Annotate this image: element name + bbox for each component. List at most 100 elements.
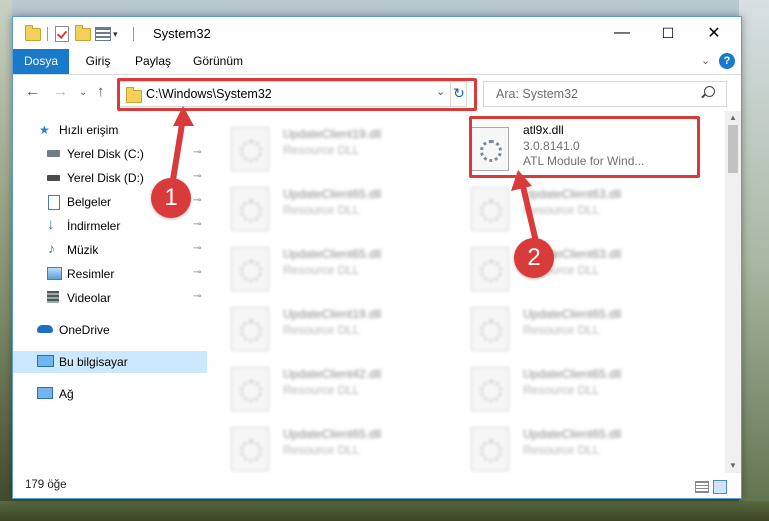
scroll-down-icon[interactable]: ▼ (729, 461, 737, 470)
desktop-background-bottom (0, 501, 769, 521)
sidebar-item-label: Ağ (59, 387, 74, 401)
close-button[interactable]: ✕ (691, 17, 737, 49)
search-placeholder: Ara: System32 (496, 87, 578, 101)
file-item[interactable]: UpdateClient65.dll Resource DLL (449, 361, 679, 413)
scroll-thumb[interactable] (728, 125, 738, 173)
sidebar-item-label: Yerel Disk (C:) (67, 147, 144, 161)
sidebar-item-videos[interactable]: Videolar ⊸ (13, 287, 207, 309)
pin-icon[interactable]: ⊸ (193, 219, 201, 230)
search-input[interactable]: Ara: System32 (483, 81, 727, 107)
sidebar-item-downloads[interactable]: ↓ İndirmeler ⊸ (13, 215, 207, 237)
file-name: UpdateClient65.dll (283, 247, 382, 261)
sidebar-item-onedrive[interactable]: OneDrive (13, 319, 207, 341)
properties-check-icon[interactable] (55, 25, 69, 43)
expand-ribbon-icon[interactable]: ⌄ (701, 54, 710, 67)
callout-1: 1 (151, 178, 191, 218)
sidebar-item-this-pc[interactable]: Bu bilgisayar (13, 351, 207, 373)
new-folder-icon[interactable] (75, 24, 91, 43)
sidebar-item-label: Resimler (67, 267, 115, 281)
file-type: Resource DLL (523, 203, 600, 217)
scroll-up-icon[interactable]: ▲ (729, 113, 737, 122)
pin-icon[interactable]: ⊸ (193, 147, 201, 158)
details-view-icon[interactable] (695, 481, 709, 493)
tab-home[interactable]: Giriş (73, 49, 123, 74)
file-name: UpdateClient63.dll (523, 187, 622, 201)
file-type: Resource DLL (283, 323, 360, 337)
dll-file-icon (231, 427, 269, 471)
sidebar-item-pictures[interactable]: Resimler ⊸ (13, 263, 207, 285)
documents-icon (48, 195, 60, 210)
pin-icon[interactable]: ⊸ (193, 195, 201, 206)
pin-icon[interactable]: ⊸ (193, 291, 201, 302)
sidebar-item-label: Müzik (67, 243, 99, 257)
sidebar-item-music[interactable]: ♪ Müzik ⊸ (13, 239, 207, 261)
pin-icon[interactable]: ⊸ (193, 243, 201, 254)
file-item[interactable]: UpdateClient63.dll Resource DLL (449, 181, 679, 233)
file-type: Resource DLL (283, 443, 360, 457)
cloud-icon (37, 325, 53, 333)
search-icon[interactable] (704, 86, 715, 97)
tab-view[interactable]: Görünüm (185, 49, 251, 74)
sidebar-item-label: Belgeler (67, 195, 112, 209)
pin-icon[interactable]: ⊸ (193, 267, 201, 278)
file-name: UpdateClient19.dll (283, 127, 382, 141)
file-type: Resource DLL (523, 383, 600, 397)
properties-icon[interactable] (95, 25, 111, 43)
up-arrow-icon[interactable]: ↑ (97, 83, 105, 100)
file-type: Resource DLL (283, 143, 360, 157)
download-icon: ↓ (47, 216, 55, 233)
file-item[interactable]: UpdateClient65.dll Resource DLL (449, 421, 679, 473)
dll-file-icon (231, 127, 269, 171)
star-icon: ★ (39, 123, 50, 137)
minimize-button[interactable]: — (599, 17, 645, 49)
pin-icon[interactable]: ⊸ (193, 171, 201, 182)
file-item[interactable]: UpdateClient19.dll Resource DLL (209, 121, 439, 173)
toolbar-separator (133, 27, 134, 41)
vertical-scrollbar[interactable]: ▲ ▼ (725, 111, 741, 473)
file-item[interactable]: UpdateClient65.dll Resource DLL (209, 421, 439, 473)
ribbon-tabs: Dosya Giriş Paylaş Görünüm ⌄ ? (13, 49, 741, 75)
help-icon[interactable]: ? (719, 53, 735, 69)
folder-icon (25, 24, 41, 43)
window-title: System32 (153, 26, 211, 41)
file-item[interactable]: UpdateClient65.dll Resource DLL (209, 181, 439, 233)
address-bar-highlight (117, 78, 477, 111)
dll-file-icon (471, 367, 509, 411)
dll-file-icon (471, 247, 509, 291)
file-item[interactable]: UpdateClient42.dll Resource DLL (209, 361, 439, 413)
sidebar-item-network[interactable]: Ağ (13, 383, 207, 405)
back-arrow-icon[interactable]: ← (25, 83, 40, 100)
tab-share[interactable]: Paylaş (125, 49, 181, 74)
maximize-button[interactable]: ☐ (645, 17, 691, 49)
file-item[interactable]: UpdateClient65.dll Resource DLL (449, 301, 679, 353)
file-type: Resource DLL (283, 383, 360, 397)
callout-2: 2 (514, 238, 554, 278)
tiles-view-icon[interactable] (713, 480, 727, 494)
sidebar-item-local-disk-c[interactable]: Yerel Disk (C:) ⊸ (13, 143, 207, 165)
recent-locations-icon[interactable]: ⌄ (79, 87, 87, 98)
desktop-background-right (739, 0, 769, 521)
file-item[interactable]: UpdateClient63.dll Resource DLL (449, 241, 679, 293)
toolbar-separator (47, 27, 48, 41)
file-name: UpdateClient65.dll (523, 307, 622, 321)
sidebar-item-label: Bu bilgisayar (59, 355, 128, 369)
file-item[interactable]: UpdateClient65.dll Resource DLL (209, 241, 439, 293)
file-type: Resource DLL (523, 443, 600, 457)
computer-icon (37, 355, 54, 367)
sidebar-item-label: Hızlı erişim (59, 123, 119, 137)
customize-toolbar-icon[interactable]: ▾ (113, 25, 118, 43)
tab-file[interactable]: Dosya (13, 49, 69, 74)
file-name: UpdateClient19.dll (283, 307, 382, 321)
sidebar-item-quick-access[interactable]: ★ Hızlı erişim (13, 119, 207, 141)
file-item[interactable]: UpdateClient19.dll Resource DLL (209, 301, 439, 353)
sidebar-item-label: OneDrive (59, 323, 110, 337)
dll-file-icon (471, 187, 509, 231)
dll-file-icon (231, 187, 269, 231)
dll-file-icon (231, 307, 269, 351)
forward-arrow-icon[interactable]: → (53, 83, 68, 100)
file-name: UpdateClient65.dll (523, 367, 622, 381)
file-highlight (469, 116, 700, 178)
dll-file-icon (471, 427, 509, 471)
dll-file-icon (231, 367, 269, 411)
pictures-icon (47, 267, 62, 280)
